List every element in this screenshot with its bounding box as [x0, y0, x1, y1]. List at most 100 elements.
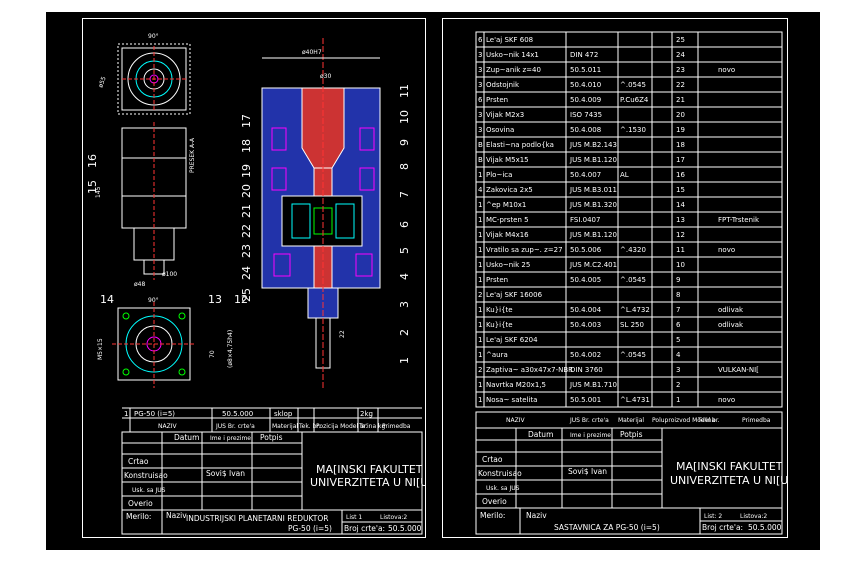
- balloon-14: 14: [100, 293, 114, 306]
- svg-text:PG-50 (i=5): PG-50 (i=5): [288, 524, 332, 533]
- svg-text:10: 10: [398, 110, 411, 124]
- svg-text:8: 8: [398, 163, 411, 170]
- svg-text:5: 5: [398, 247, 411, 254]
- svg-text:Sovi$ Ivan: Sovi$ Ivan: [206, 469, 245, 478]
- svg-text:11: 11: [398, 84, 411, 98]
- row-qty: B: [478, 141, 483, 149]
- row-position: 18: [676, 141, 685, 149]
- row-qty: 1: [478, 171, 482, 179]
- row-std: 50.5.006: [570, 246, 602, 254]
- svg-text:MA[INSKI FAKULTET: MA[INSKI FAKULTET: [316, 463, 423, 476]
- svg-text:Materijal: Materijal: [272, 423, 298, 430]
- svg-text:Ime i prezime: Ime i prezime: [570, 432, 611, 439]
- row-material: ^L.4732: [620, 306, 650, 314]
- svg-text:Broj crte'a:: Broj crte'a:: [702, 523, 743, 532]
- row-name: Plo~ica: [486, 171, 512, 179]
- row-std: JUS M.B1.710: [569, 381, 617, 389]
- row-position: 8: [676, 291, 680, 299]
- row-std: DIN 472: [570, 51, 598, 59]
- table-row: 2 Le'aj SKF 16006 8: [478, 291, 680, 299]
- row-note: novo: [718, 396, 735, 404]
- row-std: 50.4.010: [570, 81, 601, 89]
- row-qty: 1: [478, 306, 482, 314]
- cad-viewport[interactable]: 90° ø55 145 16 15 PRESEK A-A ø48 ø100 90…: [46, 12, 820, 550]
- svg-text:24: 24: [240, 266, 253, 280]
- svg-text:JUS Br. crte'a: JUS Br. crte'a: [215, 423, 255, 430]
- row-position: 19: [676, 126, 685, 134]
- table-row: 3 Osovina 50.4.008 ^.1530 19: [478, 126, 685, 134]
- dim-phi30: ø30: [320, 73, 331, 80]
- row-material: ^.0545: [620, 351, 646, 359]
- table-row: 1 ^ep M10x1 JUS M.B1.320 14: [478, 201, 685, 209]
- svg-text:3: 3: [398, 301, 411, 308]
- row-qty: 1: [478, 201, 482, 209]
- table-row: 2 Zaptiva~ a30x47x7-NBRDIN 3760 3 VULKAN-NI…: [478, 366, 759, 374]
- dim-22: 22: [339, 330, 346, 338]
- right-title-block: Datum Ime i prezime Potpis Crtao Konstru…: [475, 427, 788, 535]
- row-std: JUS M.B1.320: [569, 201, 617, 209]
- table-row: 3 Usko~nik 14x1 DIN 472 24: [478, 51, 685, 59]
- dim-key: (ø8×4,75h4): [227, 330, 234, 368]
- table-row: 1 Navrtka M20x1,5 JUS M.B1.710 2: [478, 381, 680, 389]
- svg-text:1: 1: [124, 410, 128, 418]
- table-row: 1 Vijak M4x16 JUS M.B1.120 12: [478, 231, 685, 239]
- svg-text:20: 20: [240, 184, 253, 198]
- svg-text:9: 9: [398, 139, 411, 146]
- row-name: Ku}i{te: [486, 321, 513, 329]
- svg-text:Sovi$ Ivan: Sovi$ Ivan: [568, 467, 607, 476]
- row-qty: 3: [478, 81, 482, 89]
- row-position: 12: [676, 231, 685, 239]
- svg-text:Primedba: Primedba: [742, 417, 771, 424]
- svg-text:SASTAVNICA ZA PG-50 (i=5): SASTAVNICA ZA PG-50 (i=5): [554, 523, 660, 532]
- row-std: 50.4.007: [570, 171, 601, 179]
- svg-text:MA[INSKI FAKULTET: MA[INSKI FAKULTET: [676, 460, 783, 473]
- parts-list-table: 6 Le'aj SKF 608 253 Usko~nik 14x1 DIN 472 243…: [475, 31, 783, 408]
- row-note: odlivak: [718, 306, 744, 314]
- row-position: 15: [676, 186, 685, 194]
- row-name: Prsten: [486, 96, 508, 104]
- row-name: Zup~anik z=40: [486, 66, 541, 74]
- svg-text:List: 2: List: 2: [704, 513, 722, 520]
- table-row: B Vijak M5x15 JUS M.B1.120 17: [478, 156, 685, 164]
- row-qty: B: [478, 156, 483, 164]
- row-position: 3: [676, 366, 680, 374]
- balloon-16: 16: [86, 154, 99, 168]
- table-row: B Elasti~na podlo{ka JUS M.B2.143 18: [478, 141, 685, 149]
- row-name: Le'aj SKF 16006: [486, 291, 543, 299]
- row-name: Navrtka M20x1,5: [486, 381, 546, 389]
- row-qty: 1: [478, 321, 482, 329]
- svg-text:Listova:2: Listova:2: [740, 513, 767, 520]
- svg-text:Datum: Datum: [174, 433, 199, 442]
- row-qty: 1: [478, 276, 482, 284]
- row-position: 23: [676, 66, 685, 74]
- row-note: novo: [718, 246, 735, 254]
- row-qty: 2: [478, 366, 482, 374]
- row-name: Prsten: [486, 276, 508, 284]
- svg-text:21: 21: [240, 204, 253, 218]
- row-qty: 1: [478, 381, 482, 389]
- dim-phi100: ø100: [162, 271, 177, 278]
- svg-text:50.5.000: 50.5.000: [388, 524, 422, 533]
- row-std: 50.5.011: [570, 66, 601, 74]
- row-note: FPT-Trstenik: [718, 216, 760, 224]
- svg-text:PG-50 (i=5): PG-50 (i=5): [134, 410, 175, 418]
- row-name: Vijak M5x15: [486, 156, 529, 164]
- row-position: 21: [676, 96, 685, 104]
- row-qty: 3: [478, 126, 482, 134]
- row-std: 50.4.009: [570, 96, 601, 104]
- left-title-block: Datum Ime i prezime Potpis Crtao Konstru…: [121, 431, 426, 535]
- row-name: MC-prsten 5: [486, 216, 529, 224]
- table-row: 3 Odstojnik 50.4.010 ^.0545 22: [478, 81, 685, 89]
- row-name: ^aura: [486, 351, 508, 359]
- svg-text:17: 17: [240, 114, 253, 128]
- svg-text:Usk. sa JUS: Usk. sa JUS: [132, 487, 166, 494]
- row-std: ISO 7435: [570, 111, 602, 119]
- row-position: 17: [676, 156, 685, 164]
- row-position: 4: [676, 351, 681, 359]
- svg-text:NAZIV: NAZIV: [158, 423, 177, 430]
- svg-text:UNIVERZITETA U NI[U: UNIVERZITETA U NI[U: [310, 476, 426, 489]
- svg-text:Merilo:: Merilo:: [126, 512, 151, 521]
- svg-text:Konstruisao: Konstruisao: [124, 471, 168, 480]
- parts-list-sheet: 6 Le'aj SKF 608 253 Usko~nik 14x1 DIN 472 243…: [442, 18, 788, 538]
- section-view: ø40H7 ø30 22: [261, 38, 381, 388]
